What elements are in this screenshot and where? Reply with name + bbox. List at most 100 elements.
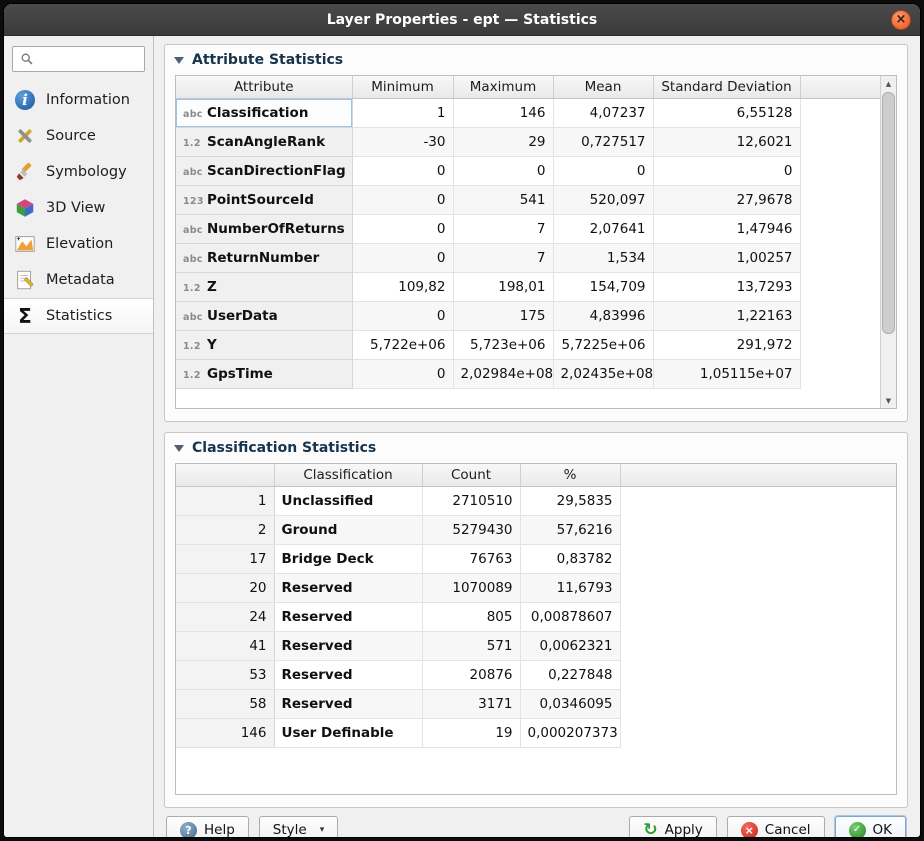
class-count-cell[interactable]: 19	[422, 718, 520, 747]
cancel-button[interactable]: × Cancel	[727, 816, 825, 837]
class-count-cell[interactable]: 5279430	[422, 515, 520, 544]
table-row[interactable]: 1.2GpsTime02,02984e+082,02435e+081,05115…	[176, 359, 880, 388]
stat-value-cell[interactable]: 1,534	[553, 243, 653, 272]
attribute-name-cell[interactable]: 123PointSourceId	[176, 185, 352, 214]
table-row[interactable]: 1.2Z109,82198,01154,70913,7293	[176, 272, 880, 301]
column-header-maximum[interactable]: Maximum	[453, 76, 553, 98]
stat-value-cell[interactable]: 146	[453, 98, 553, 127]
class-code-cell[interactable]: 58	[176, 689, 274, 718]
stat-value-cell[interactable]: 0	[352, 214, 453, 243]
table-row[interactable]: abcUserData01754,839961,22163	[176, 301, 880, 330]
stat-value-cell[interactable]: 4,07237	[553, 98, 653, 127]
sidebar-item-elevation[interactable]: Elevation	[4, 226, 153, 262]
class-name-cell[interactable]: Reserved	[274, 660, 422, 689]
table-row[interactable]: abcReturnNumber071,5341,00257	[176, 243, 880, 272]
class-percent-cell[interactable]: 11,6793	[520, 573, 620, 602]
sidebar-item-symbology[interactable]: Symbology	[4, 154, 153, 190]
class-percent-cell[interactable]: 0,000207373	[520, 718, 620, 747]
stat-value-cell[interactable]: 154,709	[553, 272, 653, 301]
class-name-cell[interactable]: Ground	[274, 515, 422, 544]
class-count-cell[interactable]: 1070089	[422, 573, 520, 602]
class-percent-cell[interactable]: 57,6216	[520, 515, 620, 544]
stat-value-cell[interactable]: 1,47946	[653, 214, 800, 243]
attribute-name-cell[interactable]: abcNumberOfReturns	[176, 214, 352, 243]
sidebar-item-source[interactable]: Source	[4, 118, 153, 154]
table-row[interactable]: 41Reserved5710,0062321	[176, 631, 896, 660]
stat-value-cell[interactable]: 6,55128	[653, 98, 800, 127]
search-input[interactable]	[40, 51, 138, 68]
stat-value-cell[interactable]: 2,02984e+08	[453, 359, 553, 388]
class-name-cell[interactable]: Reserved	[274, 631, 422, 660]
stat-value-cell[interactable]: 2,07641	[553, 214, 653, 243]
attribute-name-cell[interactable]: 1.2GpsTime	[176, 359, 352, 388]
class-percent-cell[interactable]: 0,0062321	[520, 631, 620, 660]
stat-value-cell[interactable]: 5,7225e+06	[553, 330, 653, 359]
table-row[interactable]: 58Reserved31710,0346095	[176, 689, 896, 718]
attribute-name-cell[interactable]: abcUserData	[176, 301, 352, 330]
stat-value-cell[interactable]: 0	[553, 156, 653, 185]
ok-button[interactable]: ✓ OK	[835, 816, 906, 837]
class-code-cell[interactable]: 41	[176, 631, 274, 660]
sidebar-item-metadata[interactable]: Metadata	[4, 262, 153, 298]
stat-value-cell[interactable]: 109,82	[352, 272, 453, 301]
stat-value-cell[interactable]: 27,9678	[653, 185, 800, 214]
table-row[interactable]: abcNumberOfReturns072,076411,47946	[176, 214, 880, 243]
class-percent-cell[interactable]: 0,0346095	[520, 689, 620, 718]
attribute-name-cell[interactable]: abcScanDirectionFlag	[176, 156, 352, 185]
class-name-cell[interactable]: User Definable	[274, 718, 422, 747]
stat-value-cell[interactable]: 0	[352, 243, 453, 272]
table-row[interactable]: 1Unclassified271051029,5835	[176, 486, 896, 515]
attribute-name-cell[interactable]: abcClassification	[176, 98, 352, 127]
sidebar-item-3d-view[interactable]: 3D View	[4, 190, 153, 226]
table-row[interactable]: 1.2Y5,722e+065,723e+065,7225e+06291,972	[176, 330, 880, 359]
table-row[interactable]: 123PointSourceId0541520,09727,9678	[176, 185, 880, 214]
attribute-statistics-header[interactable]: Attribute Statistics	[165, 45, 907, 73]
stat-value-cell[interactable]: 541	[453, 185, 553, 214]
stat-value-cell[interactable]: 0	[653, 156, 800, 185]
column-header-attribute[interactable]: Attribute	[176, 76, 352, 98]
column-header-count[interactable]: Count	[422, 464, 520, 486]
table-row[interactable]: 20Reserved107008911,6793	[176, 573, 896, 602]
attribute-name-cell[interactable]: 1.2Y	[176, 330, 352, 359]
class-percent-cell[interactable]: 0,00878607	[520, 602, 620, 631]
stat-value-cell[interactable]: 13,7293	[653, 272, 800, 301]
table-row[interactable]: 17Bridge Deck767630,83782	[176, 544, 896, 573]
class-code-cell[interactable]: 1	[176, 486, 274, 515]
attribute-name-cell[interactable]: 1.2ScanAngleRank	[176, 127, 352, 156]
class-code-cell[interactable]: 20	[176, 573, 274, 602]
column-header-percent[interactable]: %	[520, 464, 620, 486]
apply-button[interactable]: ↻ Apply	[629, 816, 716, 837]
stat-value-cell[interactable]: 0	[453, 156, 553, 185]
sidebar-search[interactable]	[12, 46, 145, 72]
stat-value-cell[interactable]: -30	[352, 127, 453, 156]
stat-value-cell[interactable]: 291,972	[653, 330, 800, 359]
stat-value-cell[interactable]: 29	[453, 127, 553, 156]
attribute-name-cell[interactable]: 1.2Z	[176, 272, 352, 301]
class-name-cell[interactable]: Reserved	[274, 573, 422, 602]
stat-value-cell[interactable]: 0	[352, 359, 453, 388]
stat-value-cell[interactable]: 7	[453, 214, 553, 243]
scrollbar-thumb[interactable]	[882, 92, 895, 334]
close-button[interactable]: ×	[891, 10, 911, 30]
stat-value-cell[interactable]: 0	[352, 156, 453, 185]
class-percent-cell[interactable]: 29,5835	[520, 486, 620, 515]
column-header-stddev[interactable]: Standard Deviation	[653, 76, 800, 98]
stat-value-cell[interactable]: 4,83996	[553, 301, 653, 330]
class-name-cell[interactable]: Reserved	[274, 689, 422, 718]
table-row[interactable]: 24Reserved8050,00878607	[176, 602, 896, 631]
scroll-up-icon[interactable]: ▲	[881, 76, 896, 91]
stat-value-cell[interactable]: 0,727517	[553, 127, 653, 156]
sidebar-item-information[interactable]: i Information	[4, 82, 153, 118]
class-count-cell[interactable]: 571	[422, 631, 520, 660]
stat-value-cell[interactable]: 198,01	[453, 272, 553, 301]
class-name-cell[interactable]: Bridge Deck	[274, 544, 422, 573]
column-header-minimum[interactable]: Minimum	[352, 76, 453, 98]
scroll-down-icon[interactable]: ▼	[881, 393, 896, 408]
classification-statistics-header[interactable]: Classification Statistics	[165, 433, 907, 461]
stat-value-cell[interactable]: 520,097	[553, 185, 653, 214]
table-row[interactable]: abcScanDirectionFlag0000	[176, 156, 880, 185]
stat-value-cell[interactable]: 1,05115e+07	[653, 359, 800, 388]
table-row[interactable]: 1.2ScanAngleRank-30290,72751712,6021	[176, 127, 880, 156]
sidebar-item-statistics[interactable]: Σ Statistics	[4, 298, 153, 334]
titlebar[interactable]: Layer Properties - ept — Statistics ×	[4, 4, 920, 36]
